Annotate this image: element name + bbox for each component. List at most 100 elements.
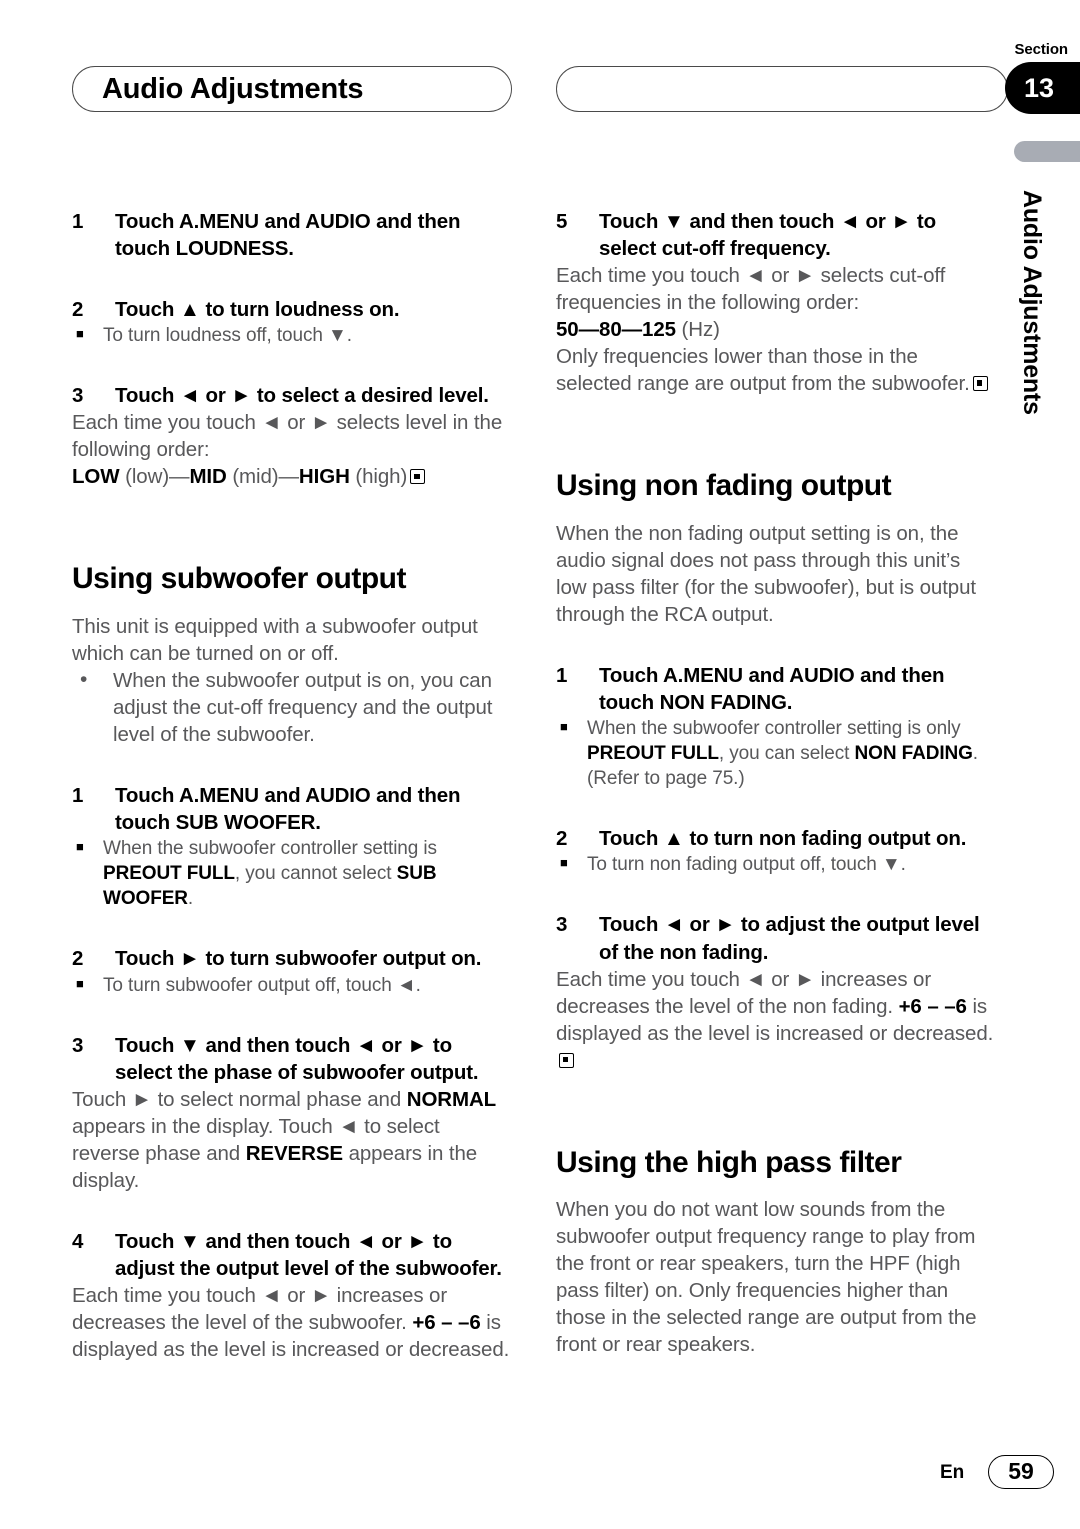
note-preout-full: PREOUT FULL (587, 743, 719, 765)
high-pass-intro: When you do not want low sounds from the… (556, 1198, 977, 1357)
level-range: +6 – –6 (412, 1311, 481, 1335)
square-bullet-icon: ■ (560, 855, 568, 871)
loudness-step-2-note: ■ To turn loudness off, touch ▼. (72, 323, 512, 348)
step-number: 2 (556, 827, 568, 851)
body-part-a: Each time you touch ◄ or ► increases or … (72, 1283, 448, 1335)
subwoofer-step-5-body: Each time you touch ◄ or ► selects cut-o… (556, 264, 946, 315)
step-number: 3 (72, 384, 84, 408)
step-text: Touch ▼ and then touch ◄ or ► to adjust … (115, 1229, 502, 1280)
note-preout-full: PREOUT FULL (103, 863, 235, 885)
step-number: 1 (72, 210, 84, 233)
freq-80: 80 (599, 318, 622, 342)
freq-50: 50 (556, 318, 579, 342)
freq-125: 125 (642, 318, 676, 342)
level-mid-paren: (mid)— (226, 465, 299, 489)
right-column: 5 Touch ▼ and then touch ◄ or ► to select… (556, 208, 996, 1359)
subwoofer-step-5-tail: Only frequencies lower than those in the… (556, 343, 996, 397)
note-text: To turn subwoofer output off, touch ◄. (103, 974, 421, 996)
loudness-level-order: LOW (low)—MID (mid)—HIGH (high) (72, 463, 512, 490)
note-part-c: , you can select (718, 743, 855, 765)
level-low-paren: (low)— (119, 465, 190, 489)
left-column: 1 Touch A.MENU and AUDIO and then touch L… (72, 208, 512, 1363)
end-of-section-marker-icon (410, 469, 426, 485)
high-pass-heading: Using the high pass filter (556, 1145, 902, 1179)
side-tab-vertical-text: Audio Adjustments (1018, 190, 1046, 415)
step-number: 1 (72, 784, 84, 808)
section-number: 13 (1023, 73, 1055, 103)
round-bullet-icon: • (80, 668, 88, 691)
note-part-a: When the subwoofer controller setting is (103, 838, 437, 860)
step-text: Touch ▼ and then touch ◄ or ► to select … (599, 210, 936, 261)
body-part-a: Touch ► to select normal phase and (72, 1087, 407, 1111)
end-of-section-marker-icon (559, 1052, 574, 1068)
subwoofer-step-3: 3 Touch ▼ and then touch ◄ or ► to select… (72, 1032, 512, 1086)
header-empty-pill (556, 66, 1008, 112)
note-text: To turn non fading output off, touch ▼. (587, 854, 906, 876)
subwoofer-step-5: 5 Touch ▼ and then touch ◄ or ► to select… (556, 208, 996, 262)
non-fading-step-1: 1 Touch A.MENU and AUDIO and then touch N… (556, 662, 996, 716)
level-high-paren: (high) (349, 465, 408, 489)
step-text: Touch A.MENU and AUDIO and then touch SU… (115, 784, 461, 835)
section-label: Section (1014, 41, 1069, 58)
square-bullet-icon: ■ (76, 839, 84, 855)
subwoofer-intro: This unit is equipped with a subwoofer o… (72, 614, 478, 665)
subwoofer-bullet-1: • When the subwoofer output is on, you ca… (72, 667, 512, 748)
page-title: Audio Adjustments (102, 73, 364, 105)
square-bullet-icon: ■ (560, 719, 568, 735)
non-fading-heading: Using non fading output (556, 469, 892, 503)
level-low: LOW (72, 465, 120, 489)
subwoofer-step-1-note: ■ When the subwoofer controller setting i… (72, 836, 512, 911)
loudness-step-2: 2 Touch ▲ to turn loudness on. (72, 296, 512, 323)
manual-page: Audio Adjustments Section 13 Audio Adjus… (0, 0, 1080, 1529)
subwoofer-step-3-body: Touch ► to select normal phase and NORMA… (72, 1086, 512, 1194)
loudness-step-3: 3 Touch ◄ or ► to select a desired level. (72, 382, 512, 409)
step-number: 4 (72, 1229, 84, 1253)
non-fading-step-1-note: ■ When the subwoofer controller setting i… (556, 716, 996, 791)
note-part-c: , you cannot select (234, 863, 397, 885)
non-fading-step-3-body: Each time you touch ◄ or ► increases or … (556, 966, 996, 1074)
step-text: Touch ▲ to turn non fading output on. (599, 827, 967, 851)
note-part-e: . (187, 888, 194, 910)
step-text: Touch ◄ or ► to adjust the output level … (599, 913, 980, 964)
step-text: Touch A.MENU and AUDIO and then touch LO… (115, 210, 461, 261)
non-fading-step-2: 2 Touch ▲ to turn non fading output on. (556, 825, 996, 852)
step-number: 2 (72, 947, 84, 971)
end-of-section-marker-icon (972, 376, 988, 392)
body-part-a: Each time you touch ◄ or ► increases or … (556, 967, 932, 1018)
bullet-text: When the subwoofer output is on, you can… (113, 669, 493, 747)
non-fading-step-3: 3 Touch ◄ or ► to adjust the output level… (556, 911, 996, 965)
subwoofer-step-4-body: Each time you touch ◄ or ► increases or … (72, 1282, 512, 1363)
square-bullet-icon: ■ (76, 975, 84, 991)
subwoofer-step-1: 1 Touch A.MENU and AUDIO and then touch S… (72, 782, 512, 836)
level-range: +6 – –6 (898, 994, 967, 1018)
level-mid: MID (189, 465, 227, 489)
note-text: To turn loudness off, touch ▼. (103, 325, 352, 347)
step-text: Touch ► to turn subwoofer output on. (115, 947, 482, 971)
loudness-step-1: 1 Touch A.MENU and AUDIO and then touch L… (72, 208, 512, 262)
step-number: 3 (556, 913, 568, 937)
subwoofer-step-4: 4 Touch ▼ and then touch ◄ or ► to adjust… (72, 1228, 512, 1282)
subwoofer-step-2: 2 Touch ► to turn subwoofer output on. (72, 945, 512, 972)
non-fading-intro: When the non fading output setting is on… (556, 521, 977, 626)
step-text: Touch ◄ or ► to select a desired level. (115, 384, 489, 408)
non-fading-step-2-note: ■ To turn non fading output off, touch ▼. (556, 852, 996, 877)
subwoofer-heading: Using subwoofer output (72, 562, 406, 596)
freq-dash-2: — (621, 318, 643, 342)
note-part-a: When the subwoofer controller setting is… (587, 718, 961, 740)
side-tab-gray-bar (1014, 141, 1080, 162)
value-reverse: REVERSE (245, 1141, 343, 1165)
tail-text: Only frequencies lower than those in the… (556, 345, 970, 396)
level-high: HIGH (298, 465, 350, 489)
